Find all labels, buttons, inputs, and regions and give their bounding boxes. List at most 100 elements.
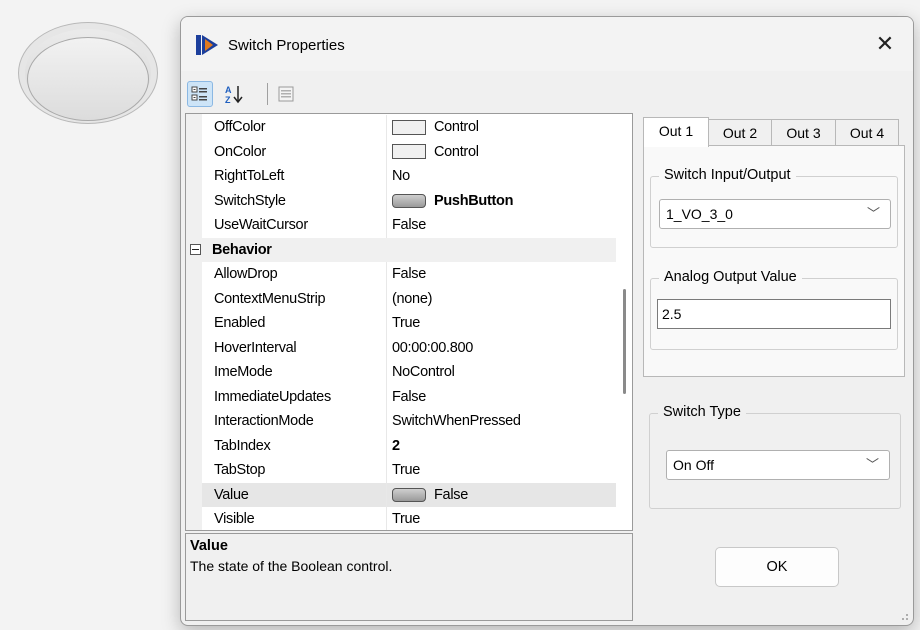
property-row[interactable]: Enabled True (202, 311, 616, 336)
property-name: TabIndex (214, 437, 271, 454)
property-grid[interactable]: OffColor Control OnColor Control RightToLeft… (185, 113, 633, 531)
switch-io-select[interactable]: 1_VO_3_0 ﹀ (659, 199, 891, 229)
column-divider (386, 115, 387, 140)
chevron-down-icon: ﹀ (865, 457, 879, 472)
analog-output-label: Analog Output Value (659, 269, 802, 285)
svg-text:A: A (225, 85, 232, 95)
tab-out-2[interactable]: Out 2 (708, 119, 772, 145)
categorized-button[interactable] (187, 81, 213, 107)
tab-out-1[interactable]: Out 1 (643, 117, 709, 147)
collapse-icon[interactable] (190, 243, 201, 255)
property-value[interactable]: True (392, 507, 420, 530)
property-value-text: 00:00:00.800 (392, 339, 474, 356)
property-name: AllowDrop (214, 266, 278, 282)
grid-gutter (186, 114, 202, 530)
property-row[interactable]: ContextMenuStrip (none) (202, 286, 616, 311)
column-divider (386, 507, 387, 530)
switch-type-select[interactable]: On Off ﹀ (666, 450, 890, 480)
description-text: The state of the Boolean control. (190, 558, 393, 574)
tab-out-4[interactable]: Out 4 (835, 119, 899, 145)
switch-type-group: Switch Type On Off ﹀ (649, 404, 901, 509)
categorized-icon (191, 86, 207, 101)
property-name: SwitchStyle (214, 192, 286, 209)
switch-properties-dialog: Switch Properties ✕ A Z OffColor Control… (180, 16, 914, 626)
property-value[interactable]: 2 (392, 434, 400, 458)
property-row[interactable]: OnColor Control (202, 139, 616, 164)
property-pages-button[interactable] (273, 81, 299, 107)
property-category[interactable]: Behavior (186, 237, 616, 262)
property-row[interactable]: TabIndex 2 (202, 433, 616, 458)
column-divider (386, 262, 387, 287)
color-swatch (392, 144, 426, 160)
column-divider (386, 384, 387, 409)
property-value[interactable]: Control (392, 115, 479, 139)
property-value[interactable]: Control (392, 140, 479, 164)
column-divider (386, 482, 387, 507)
ok-button[interactable]: OK (715, 547, 839, 587)
property-name: InteractionMode (214, 413, 314, 429)
property-value-text: True (392, 315, 421, 331)
column-divider (386, 164, 387, 189)
property-row[interactable]: OffColor Control (202, 115, 616, 140)
property-value[interactable]: False (392, 262, 426, 286)
background-switch-control (18, 22, 158, 124)
property-value-text: (none) (392, 290, 433, 307)
column-divider (386, 213, 387, 238)
property-value-text: Control (434, 143, 479, 160)
switch-io-group: Switch Input/Output 1_VO_3_0 ﹀ (650, 167, 898, 248)
analog-output-input[interactable]: 2.5 (657, 299, 891, 329)
output-tabs: Out 1 Out 2 Out 3 Out 4 (643, 117, 905, 147)
property-value[interactable]: PushButton (392, 189, 513, 213)
property-value[interactable]: (none) (392, 287, 432, 311)
property-value-text: False (434, 486, 468, 503)
property-value[interactable]: 00:00:00.800 (392, 336, 473, 360)
property-row[interactable]: ImmediateUpdates False (202, 384, 616, 409)
property-name: RightToLeft (214, 168, 285, 184)
alphabetical-button[interactable]: A Z (221, 81, 247, 107)
property-row[interactable]: TabStop True (202, 458, 616, 483)
column-divider (386, 433, 387, 458)
property-row[interactable]: InteractionMode SwitchWhenPressed (202, 409, 616, 434)
switch-type-value: On Off (673, 457, 714, 473)
property-value[interactable]: True (392, 458, 420, 482)
property-value-text: False (392, 388, 426, 405)
property-row[interactable]: ImeMode NoControl (202, 360, 616, 385)
property-row[interactable]: AllowDrop False (202, 262, 616, 287)
property-name: OnColor (214, 143, 266, 160)
property-value-text: False (392, 266, 426, 282)
property-name: TabStop (214, 462, 266, 478)
property-value[interactable]: No (392, 164, 410, 188)
property-value[interactable]: NoControl (392, 360, 455, 384)
property-value-text: No (392, 168, 410, 184)
property-value-text: PushButton (434, 192, 514, 209)
background-switch-cap (27, 37, 149, 121)
tab-out-3[interactable]: Out 3 (771, 119, 836, 145)
property-name: Value (214, 486, 249, 503)
property-value[interactable]: False (392, 213, 426, 237)
property-row[interactable]: HoverInterval 00:00:00.800 (202, 335, 616, 360)
property-value-text: False (392, 217, 426, 233)
property-row[interactable]: RightToLeft No (202, 164, 616, 189)
property-row[interactable]: SwitchStyle PushButton (202, 188, 616, 213)
property-name: UseWaitCursor (214, 217, 308, 233)
property-value[interactable]: False (392, 483, 468, 507)
switch-preview-icon (392, 487, 426, 502)
property-name: Behavior (212, 241, 272, 258)
column-divider (386, 286, 387, 311)
property-row[interactable]: Value False (202, 482, 616, 507)
property-name: OffColor (214, 119, 266, 135)
property-value[interactable]: SwitchWhenPressed (392, 409, 521, 433)
property-value[interactable]: False (392, 385, 426, 409)
close-button[interactable]: ✕ (867, 29, 903, 59)
title-bar[interactable]: Switch Properties ✕ (181, 17, 913, 71)
property-value-text: 2 (392, 437, 400, 454)
property-value[interactable]: True (392, 311, 420, 335)
app-logo-icon (196, 35, 218, 55)
tab-panel-out-1: Switch Input/Output 1_VO_3_0 ﹀ Analog Ou… (643, 145, 905, 377)
property-row[interactable]: Visible True (202, 507, 616, 530)
scrollbar-thumb[interactable] (623, 289, 626, 394)
grid-scrollbar[interactable] (618, 114, 632, 530)
property-row[interactable]: UseWaitCursor False (202, 213, 616, 238)
sort-az-icon: A Z (225, 85, 243, 105)
resize-grip-icon[interactable] (899, 611, 909, 621)
